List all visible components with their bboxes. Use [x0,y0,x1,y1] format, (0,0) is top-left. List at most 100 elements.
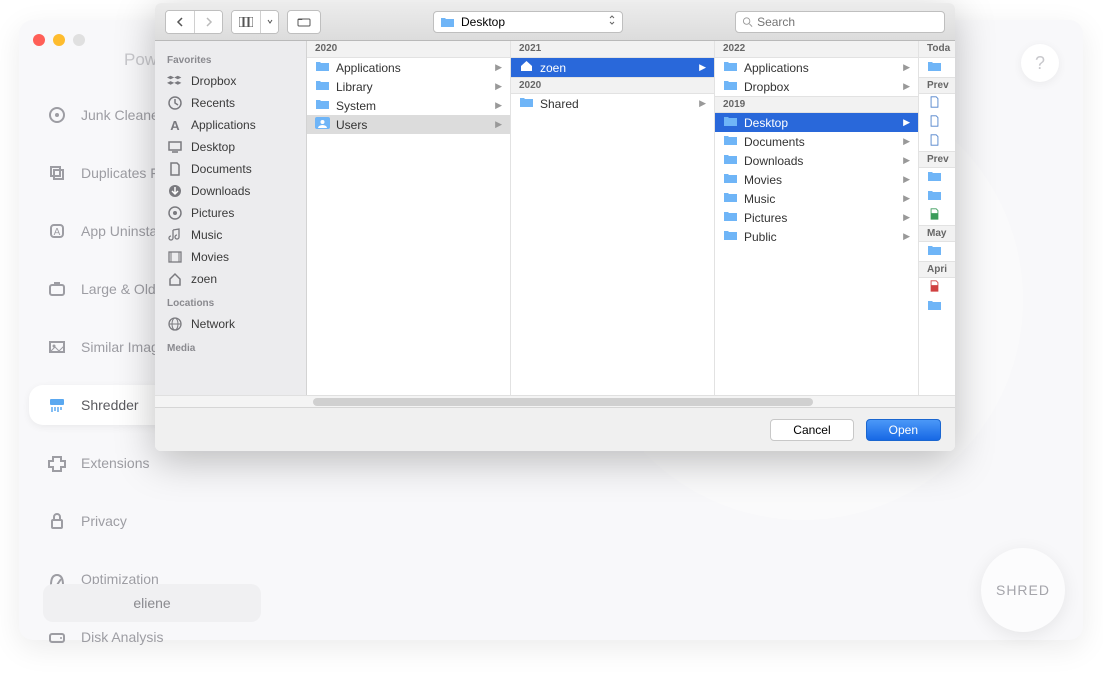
nav-forward-button[interactable] [194,11,222,33]
column-item[interactable] [919,168,955,187]
folder-icon [315,117,330,132]
column-item[interactable]: Applications▶ [715,58,918,77]
column-item[interactable]: System▶ [307,96,510,115]
shred-button[interactable]: SHRED [981,548,1065,632]
help-button[interactable]: ? [1021,44,1059,82]
minimize-window-button[interactable] [53,34,65,46]
column-item[interactable]: Dropbox▶ [715,77,918,96]
fs-item-movies[interactable]: Movies [155,246,306,268]
media-heading: Media [155,339,306,358]
fs-item-documents[interactable]: Documents [155,158,306,180]
column-browser: 2020Applications▶Library▶System▶Users▶20… [307,41,955,395]
folder-icon [927,189,942,204]
item-label: Applications [336,61,401,75]
column-item[interactable]: Downloads▶ [715,151,918,170]
item-label: Shared [540,97,579,111]
column-item[interactable]: Users▶ [307,115,510,134]
view-columns-button[interactable] [232,11,260,33]
column-item[interactable] [919,297,955,316]
favorites-heading: Favorites [155,51,306,70]
column-item[interactable]: zoen▶ [511,58,714,77]
scrollbar-thumb[interactable] [313,398,813,406]
folder-icon [315,60,330,75]
column-item[interactable] [919,132,955,151]
folder-icon [723,60,738,75]
column-item[interactable]: Library▶ [307,77,510,96]
chevron-right-icon: ▶ [903,174,910,185]
fs-item-applications[interactable]: AApplications [155,114,306,136]
folder-icon [927,134,942,149]
search-field[interactable] [735,11,945,33]
item-label: Public [744,230,777,244]
item-label: Desktop [744,116,788,130]
fs-item-pictures[interactable]: Pictures [155,202,306,224]
column-item[interactable]: Pictures▶ [715,208,918,227]
folder-group-icon [297,17,311,27]
sidebar-item-privacy[interactable]: Privacy [29,501,251,541]
column-item[interactable]: Music▶ [715,189,918,208]
column-item[interactable]: Documents▶ [715,132,918,151]
column-item[interactable]: Shared ▶ [511,94,714,113]
sidebar-item-disk[interactable]: Disk Analysis [29,617,251,657]
folder-icon [927,208,942,223]
column-item[interactable]: Public▶ [715,227,918,246]
column-item[interactable] [919,278,955,297]
folder-icon [723,134,738,149]
fs-item-network[interactable]: Network [155,313,306,335]
locations-heading: Locations [155,294,306,313]
user-pill[interactable]: eliene [43,584,261,622]
fs-item-downloads[interactable]: Downloads [155,180,306,202]
chevron-right-icon: ▶ [495,81,502,92]
fs-item-music[interactable]: Music [155,224,306,246]
column-subheader: 2019 [715,96,918,113]
fs-item-dropbox[interactable]: Dropbox [155,70,306,92]
select-arrows-icon [608,14,616,29]
column-subheader: May [919,225,955,242]
horizontal-scrollbar[interactable] [155,395,955,407]
group-button[interactable] [288,11,320,33]
svg-text:A: A [54,227,61,238]
sidebar-item-label: Disk Analysis [81,629,163,645]
item-label: Dropbox [744,80,789,94]
folder-icon [723,172,738,187]
fs-item-zoen[interactable]: zoen [155,268,306,290]
folder-icon [315,79,330,94]
column-item[interactable] [919,113,955,132]
folder-icon [927,115,942,130]
view-options-button[interactable] [260,11,278,33]
search-input[interactable] [757,15,938,29]
nav-buttons [165,10,223,34]
column-item[interactable] [919,94,955,113]
column-subheader: Prev [919,151,955,168]
folder-icon [723,79,738,94]
column-item[interactable] [919,187,955,206]
folder-icon [927,170,942,185]
chevron-right-icon: ▶ [903,212,910,223]
column-item[interactable]: Desktop ▶ [715,113,918,132]
column-item[interactable]: Applications ▶ [307,58,510,77]
fs-item-desktop[interactable]: Desktop [155,136,306,158]
column-item[interactable] [919,242,955,261]
chevron-right-icon: ▶ [495,62,502,73]
chevron-right-icon: ▶ [903,117,910,128]
folder-icon [927,299,942,314]
folder-icon [723,153,738,168]
chevron-right-icon [205,17,213,27]
fs-item-recents[interactable]: Recents [155,92,306,114]
folder-icon [927,280,942,295]
zoen-icon [167,271,183,287]
column-header: 2022 [715,41,918,58]
zoom-window-button[interactable] [73,34,85,46]
path-selector[interactable]: Desktop [433,11,623,33]
item-label: Movies [744,173,782,187]
chevron-right-icon: ▶ [699,98,706,109]
close-window-button[interactable] [33,34,45,46]
item-label: System [336,99,376,113]
nav-back-button[interactable] [166,11,194,33]
column-item[interactable] [919,58,955,77]
cancel-label: Cancel [793,423,830,437]
open-button[interactable]: Open [866,419,941,441]
cancel-button[interactable]: Cancel [770,419,853,441]
column-item[interactable] [919,206,955,225]
column-item[interactable]: Movies ▶ [715,170,918,189]
